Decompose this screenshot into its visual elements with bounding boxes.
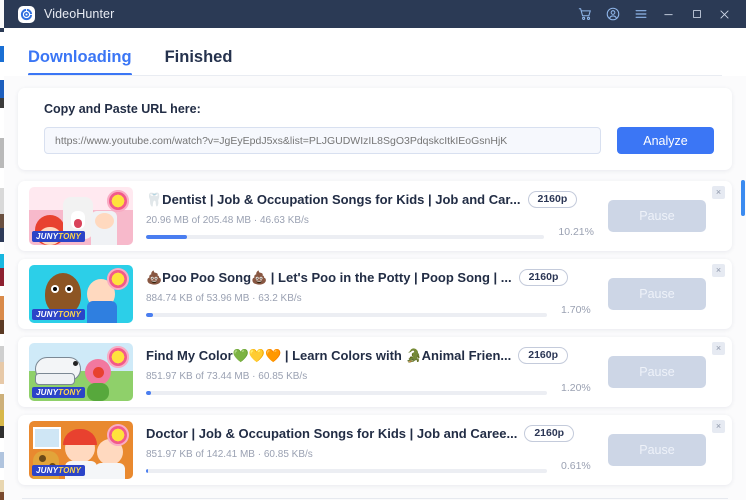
pause-button[interactable]: Pause (608, 434, 706, 466)
remove-download-icon[interactable]: × (712, 342, 725, 355)
progress-row: 1.70% (146, 304, 594, 321)
progress-row: 1.20% (146, 382, 594, 399)
download-meta: 20.96 MB of 205.48 MB · 46.63 KB/s (146, 215, 309, 226)
video-thumbnail[interactable]: JUNYTONY (29, 421, 133, 479)
remove-download-icon[interactable]: × (712, 186, 725, 199)
progress-fill (146, 391, 151, 395)
progress-bar (146, 391, 547, 395)
title-bar: VideoHunter (4, 0, 746, 28)
download-list: JUNYTONY 🦷Dentist | Job & Occupation Son… (4, 181, 746, 485)
download-item: JUNYTONY Doctor | Job & Occupation Songs… (18, 415, 732, 485)
video-title: 💩Poo Poo Song💩 | Let's Poo in the Potty … (146, 269, 512, 285)
progress-percent: 1.20% (561, 382, 591, 394)
app-title: VideoHunter (44, 7, 115, 21)
tab-bar: Downloading Finished (4, 28, 746, 76)
download-meta: 884.74 KB of 53.96 MB · 63.2 KB/s (146, 293, 302, 304)
tab-downloading[interactable]: Downloading (28, 48, 138, 76)
list-bottom-divider (22, 498, 728, 499)
menu-icon[interactable] (633, 7, 648, 22)
download-meta: 851.97 KB of 142.41 MB · 60.85 KB/s (146, 449, 313, 460)
progress-fill (146, 313, 153, 317)
download-item: JUNYTONY 💩Poo Poo Song💩 | Let's Poo in t… (18, 259, 732, 329)
url-label: Copy and Paste URL here: (44, 102, 201, 116)
download-item: JUNYTONY 🦷Dentist | Job & Occupation Son… (18, 181, 732, 251)
remove-download-icon[interactable]: × (712, 264, 725, 277)
award-rosette-icon (107, 346, 129, 368)
title-line: Doctor | Job & Occupation Songs for Kids… (146, 425, 594, 442)
pause-button[interactable]: Pause (608, 356, 706, 388)
award-rosette-icon (107, 268, 129, 290)
video-title: 🦷Dentist | Job & Occupation Songs for Ki… (146, 191, 521, 207)
videohunter-window: VideoHunter Downloading Finished Copy an… (0, 0, 746, 500)
progress-row: 10.21% (146, 226, 594, 243)
video-thumbnail[interactable]: JUNYTONY (29, 187, 133, 245)
cart-icon[interactable] (577, 7, 592, 22)
account-icon[interactable] (605, 7, 620, 22)
main-content: Downloading Finished Copy and Paste URL … (4, 28, 746, 500)
channel-badge: JUNYTONY (32, 231, 86, 242)
resolution-badge: 2160p (524, 425, 575, 442)
progress-row: 0.61% (146, 460, 594, 477)
title-line: 💩Poo Poo Song💩 | Let's Poo in the Potty … (146, 269, 594, 286)
download-item: JUNYTONY Find My Color💚💛🧡 | Learn Colors… (18, 337, 732, 407)
minimize-icon[interactable] (661, 7, 676, 22)
progress-bar (146, 235, 545, 239)
title-line: Find My Color💚💛🧡 | Learn Colors with 🐊An… (146, 347, 594, 364)
download-info: Find My Color💚💛🧡 | Learn Colors with 🐊An… (146, 343, 594, 401)
titlebar-controls (577, 7, 746, 22)
progress-percent: 10.21% (558, 226, 594, 238)
channel-badge: JUNYTONY (32, 465, 86, 476)
channel-badge: JUNYTONY (32, 309, 86, 320)
video-title: Doctor | Job & Occupation Songs for Kids… (146, 426, 518, 441)
tab-divider (28, 75, 722, 76)
video-thumbnail[interactable]: JUNYTONY (29, 343, 133, 401)
download-meta: 851.97 KB of 73.44 MB · 60.85 KB/s (146, 371, 308, 382)
tab-finished[interactable]: Finished (165, 48, 239, 76)
video-thumbnail[interactable]: JUNYTONY (29, 265, 133, 323)
pause-button[interactable]: Pause (608, 200, 706, 232)
resolution-badge: 2160p (527, 191, 578, 208)
resolution-badge: 2160p (518, 269, 569, 286)
download-info: 💩Poo Poo Song💩 | Let's Poo in the Potty … (146, 265, 594, 323)
list-scrollbar-thumb[interactable] (741, 180, 745, 216)
download-info: 🦷Dentist | Job & Occupation Songs for Ki… (146, 187, 594, 245)
maximize-icon[interactable] (689, 7, 704, 22)
title-line: 🦷Dentist | Job & Occupation Songs for Ki… (146, 191, 594, 208)
video-title: Find My Color💚💛🧡 | Learn Colors with 🐊An… (146, 347, 512, 363)
progress-fill (146, 235, 187, 239)
download-info: Doctor | Job & Occupation Songs for Kids… (146, 421, 594, 479)
url-row: Analyze (44, 127, 714, 154)
remove-download-icon[interactable]: × (712, 420, 725, 433)
pause-button[interactable]: Pause (608, 278, 706, 310)
list-scrollbar-track[interactable] (741, 178, 746, 500)
analyze-button[interactable]: Analyze (617, 127, 714, 154)
progress-bar (146, 313, 547, 317)
award-rosette-icon (107, 190, 129, 212)
videohunter-logo-icon (18, 5, 35, 23)
progress-bar (146, 469, 547, 473)
progress-fill (146, 469, 149, 473)
award-rosette-icon (107, 424, 129, 446)
close-icon[interactable] (717, 7, 732, 22)
url-input[interactable] (44, 127, 601, 154)
progress-percent: 0.61% (561, 460, 591, 472)
resolution-badge: 2160p (518, 347, 569, 364)
progress-percent: 1.70% (561, 304, 591, 316)
channel-badge: JUNYTONY (32, 387, 86, 398)
url-input-card: Copy and Paste URL here: Analyze (18, 88, 732, 170)
